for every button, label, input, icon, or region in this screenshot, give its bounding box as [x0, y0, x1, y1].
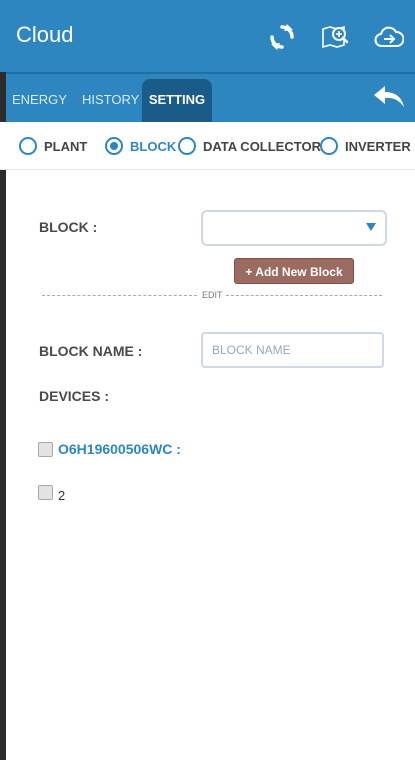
tab-setting-label: SETTING [148, 92, 206, 107]
block-label: BLOCK : [39, 219, 98, 235]
radio-label: INVERTER [345, 138, 411, 154]
tab-bar: ENERGY HISTORY SETTING [6, 72, 415, 122]
block-name-input[interactable]: BLOCK NAME [201, 332, 384, 368]
radio-circle [105, 137, 123, 155]
device-checkbox[interactable] [38, 485, 53, 500]
refresh-icon[interactable] [265, 20, 299, 54]
radio-inverter[interactable]: INVERTER [320, 137, 411, 155]
radio-circle [19, 137, 37, 155]
radio-label: BLOCK [130, 138, 177, 154]
radio-circle [320, 137, 338, 155]
block-name-label: BLOCK NAME : [39, 343, 143, 359]
radio-circle [178, 137, 196, 155]
dropdown-arrow-icon [366, 223, 376, 231]
radio-block[interactable]: BLOCK [105, 137, 176, 155]
back-arrow-icon[interactable] [371, 82, 407, 112]
device-item[interactable]: O6H19600506WC : [38, 441, 181, 457]
device-label: O6H19600506WC : [58, 441, 181, 457]
app-bar: Cloud [0, 0, 415, 72]
divider-edit-label: EDIT [202, 290, 223, 300]
search-map-icon[interactable] [318, 20, 352, 54]
device-checkbox[interactable] [38, 441, 53, 457]
divider-left [42, 295, 197, 296]
radio-data-collector[interactable]: DATA COLLECTOR [178, 137, 321, 155]
tab-history[interactable]: HISTORY [82, 92, 139, 107]
tab-setting[interactable]: SETTING [142, 79, 212, 122]
radio-label: DATA COLLECTOR [203, 138, 321, 154]
window-edge [0, 72, 6, 760]
tab-energy[interactable]: ENERGY [12, 92, 67, 107]
device-label: 2 [58, 488, 66, 503]
device-item[interactable]: 2 [38, 482, 65, 503]
type-selector: PLANT BLOCK DATA COLLECTOR INVERTER [0, 122, 415, 170]
block-select[interactable] [201, 210, 387, 246]
cloud-logout-icon[interactable] [372, 20, 406, 54]
radio-plant[interactable]: PLANT [19, 137, 87, 155]
app-title: Cloud [16, 22, 74, 47]
divider-right [226, 295, 382, 296]
add-new-block-button[interactable]: + Add New Block [234, 258, 354, 284]
devices-label: DEVICES : [39, 388, 110, 404]
radio-label: PLANT [44, 138, 88, 154]
